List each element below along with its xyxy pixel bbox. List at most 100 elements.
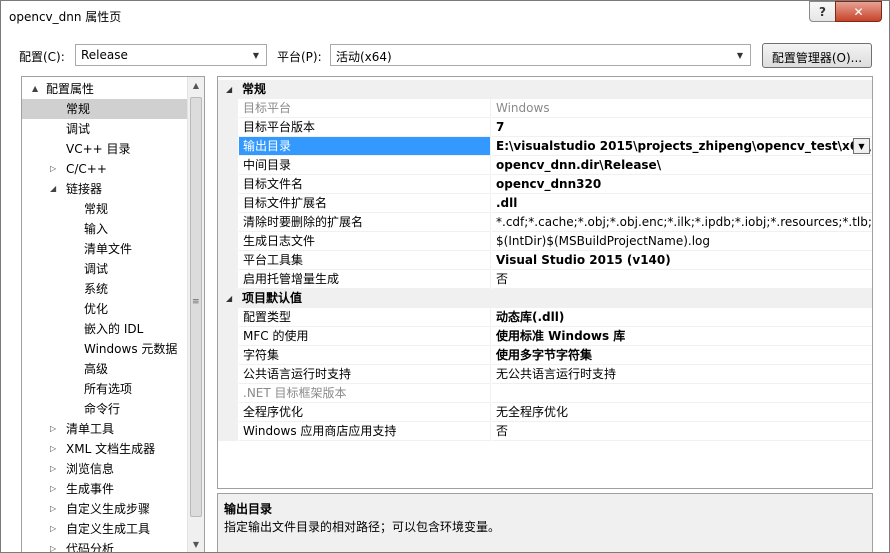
property-name: 目标平台 bbox=[239, 99, 491, 118]
grid-row[interactable]: .NET 目标框架版本 bbox=[218, 384, 872, 403]
property-value[interactable]: Visual Studio 2015 (v140) bbox=[492, 251, 872, 270]
property-value[interactable]: 动态库(.dll) bbox=[492, 308, 872, 327]
property-name: 目标文件扩展名 bbox=[239, 194, 491, 213]
property-value[interactable]: opencv_dnn.dir\Release\ bbox=[492, 156, 872, 175]
platform-select[interactable]: 活动(x64) ▼ bbox=[330, 44, 751, 66]
property-value[interactable]: 无公共语言运行时支持 bbox=[492, 365, 872, 384]
property-value[interactable]: 使用多字节字符集 bbox=[492, 346, 872, 365]
triangle-down-icon[interactable]: ◢ bbox=[50, 179, 60, 199]
grid-gutter bbox=[218, 213, 238, 232]
chevron-down-icon: ▼ bbox=[736, 50, 744, 60]
scroll-down-icon[interactable]: ▼ bbox=[188, 536, 204, 552]
property-value[interactable] bbox=[492, 384, 872, 403]
grid-row[interactable]: 配置类型 动态库(.dll) bbox=[218, 308, 872, 327]
tree-item[interactable]: 系统 bbox=[22, 279, 188, 299]
grid-row[interactable]: 平台工具集 Visual Studio 2015 (v140) bbox=[218, 251, 872, 270]
tree-item-label: 代码分析 bbox=[66, 542, 115, 553]
grid-row[interactable]: 目标文件扩展名 .dll bbox=[218, 194, 872, 213]
tree-scrollbar[interactable]: ▲ ≡ ▼ bbox=[187, 77, 204, 552]
property-name: 清除时要删除的扩展名 bbox=[239, 213, 491, 232]
tree-item[interactable]: ◢ 链接器 bbox=[22, 179, 188, 199]
triangle-right-icon[interactable]: ▷ bbox=[50, 159, 60, 179]
property-value[interactable]: $(IntDir)$(MSBuildProjectName).log bbox=[492, 232, 872, 251]
triangle-right-icon[interactable]: ▷ bbox=[50, 439, 60, 459]
config-label: 配置(C): bbox=[19, 50, 65, 64]
tree-item[interactable]: ▷ C/C++ bbox=[22, 159, 188, 179]
property-value[interactable]: Windows bbox=[492, 99, 872, 118]
tree-item-label: XML 文档生成器 bbox=[66, 442, 156, 456]
tree-item[interactable]: ▷ 自定义生成步骤 bbox=[22, 499, 188, 519]
property-value[interactable]: E:\visualstudio 2015\projects_zhipeng\op… bbox=[492, 137, 872, 156]
grid-row[interactable]: 生成日志文件 $(IntDir)$(MSBuildProjectName).log bbox=[218, 232, 872, 251]
grid-row[interactable]: 目标平台 Windows bbox=[218, 99, 872, 118]
property-value[interactable]: .dll bbox=[492, 194, 872, 213]
tree-item-label: 调试 bbox=[66, 122, 91, 136]
tree-item[interactable]: 所有选项 bbox=[22, 379, 188, 399]
scroll-up-icon[interactable]: ▲ bbox=[188, 77, 204, 94]
chevron-down-icon[interactable]: ▼ bbox=[853, 138, 870, 154]
tree-item[interactable]: 清单文件 bbox=[22, 239, 188, 259]
config-manager-button[interactable]: 配置管理器(O)... bbox=[762, 43, 872, 68]
tree-item[interactable]: ▷ 代码分析 bbox=[22, 539, 188, 553]
triangle-right-icon[interactable]: ▷ bbox=[50, 419, 60, 439]
triangle-right-icon[interactable]: ▷ bbox=[50, 539, 60, 552]
tree-scrollbar-thumb[interactable] bbox=[190, 97, 202, 517]
property-name: Windows 应用商店应用支持 bbox=[239, 422, 491, 441]
tree-item[interactable]: 调试 bbox=[22, 259, 188, 279]
grid-gutter bbox=[218, 327, 238, 346]
tree-item[interactable]: ▲ 配置属性 bbox=[22, 79, 188, 99]
tree-item[interactable]: 输入 bbox=[22, 219, 188, 239]
triangle-down-icon[interactable]: ▲ bbox=[32, 79, 42, 99]
triangle-right-icon[interactable]: ▷ bbox=[50, 479, 60, 499]
triangle-down-icon[interactable]: ◢ bbox=[226, 289, 232, 308]
close-button[interactable]: ✕ bbox=[835, 1, 882, 22]
tree-item[interactable]: ▷ XML 文档生成器 bbox=[22, 439, 188, 459]
grid-row[interactable]: 输出目录 E:\visualstudio 2015\projects_zhipen… bbox=[218, 137, 872, 156]
tree-item[interactable]: ▷ 生成事件 bbox=[22, 479, 188, 499]
tree-item[interactable]: ▷ 浏览信息 bbox=[22, 459, 188, 479]
tree-item[interactable]: 优化 bbox=[22, 299, 188, 319]
tree-item[interactable]: VC++ 目录 bbox=[22, 139, 188, 159]
grid-category[interactable]: ◢ 常规 bbox=[218, 80, 872, 99]
config-select[interactable]: Release ▼ bbox=[75, 44, 267, 66]
platform-label: 平台(P): bbox=[277, 50, 322, 64]
triangle-right-icon[interactable]: ▷ bbox=[50, 519, 60, 539]
property-value[interactable]: 否 bbox=[492, 422, 872, 441]
help-button[interactable]: ? bbox=[809, 1, 836, 22]
tree-item-label: 配置属性 bbox=[46, 82, 95, 96]
grid-category[interactable]: ◢ 项目默认值 bbox=[218, 289, 872, 308]
tree-item[interactable]: 常规 bbox=[22, 199, 188, 219]
grid-row[interactable]: 清除时要删除的扩展名 *.cdf;*.cache;*.obj;*.obj.enc;… bbox=[218, 213, 872, 232]
tree-item-label: 高级 bbox=[84, 362, 109, 376]
grid-row[interactable]: MFC 的使用 使用标准 Windows 库 bbox=[218, 327, 872, 346]
tree-item-label: 常规 bbox=[66, 102, 91, 116]
grid-row[interactable]: Windows 应用商店应用支持否 bbox=[218, 422, 872, 441]
property-value[interactable]: 使用标准 Windows 库 bbox=[492, 327, 872, 346]
tree-item[interactable]: ▷ 自定义生成工具 bbox=[22, 519, 188, 539]
config-row: 配置(C): Release ▼ 平台(P): 活动(x64) ▼ 配置管理器(… bbox=[1, 41, 889, 69]
tree-item[interactable]: 调试 bbox=[22, 119, 188, 139]
tree-item[interactable]: Windows 元数据 bbox=[22, 339, 188, 359]
property-value[interactable]: opencv_dnn320 bbox=[492, 175, 872, 194]
tree-item[interactable]: 常规 bbox=[22, 99, 188, 119]
tree-item[interactable]: 命令行 bbox=[22, 399, 188, 419]
grid-row[interactable]: 公共语言运行时支持 无公共语言运行时支持 bbox=[218, 365, 872, 384]
grid-row[interactable]: 全程序优化 无全程序优化 bbox=[218, 403, 872, 422]
triangle-down-icon[interactable]: ◢ bbox=[226, 80, 232, 99]
property-name: 输出目录 bbox=[239, 137, 491, 156]
grid-gutter bbox=[218, 384, 238, 403]
property-value[interactable]: 无全程序优化 bbox=[492, 403, 872, 422]
triangle-right-icon[interactable]: ▷ bbox=[50, 459, 60, 479]
tree-item[interactable]: 嵌入的 IDL bbox=[22, 319, 188, 339]
property-value[interactable]: 否 bbox=[492, 270, 872, 289]
property-value[interactable]: *.cdf;*.cache;*.obj;*.obj.enc;*.ilk;*.ip… bbox=[492, 213, 872, 232]
grid-row[interactable]: 中间目录 opencv_dnn.dir\Release\ bbox=[218, 156, 872, 175]
tree-item[interactable]: ▷ 清单工具 bbox=[22, 419, 188, 439]
tree-item[interactable]: 高级 bbox=[22, 359, 188, 379]
grid-row[interactable]: 字符集 使用多字节字符集 bbox=[218, 346, 872, 365]
grid-row[interactable]: 启用托管增量生成否 bbox=[218, 270, 872, 289]
triangle-right-icon[interactable]: ▷ bbox=[50, 499, 60, 519]
grid-row[interactable]: 目标平台版本 7 bbox=[218, 118, 872, 137]
grid-row[interactable]: 目标文件名 opencv_dnn320 bbox=[218, 175, 872, 194]
property-value[interactable]: 7 bbox=[492, 118, 872, 137]
